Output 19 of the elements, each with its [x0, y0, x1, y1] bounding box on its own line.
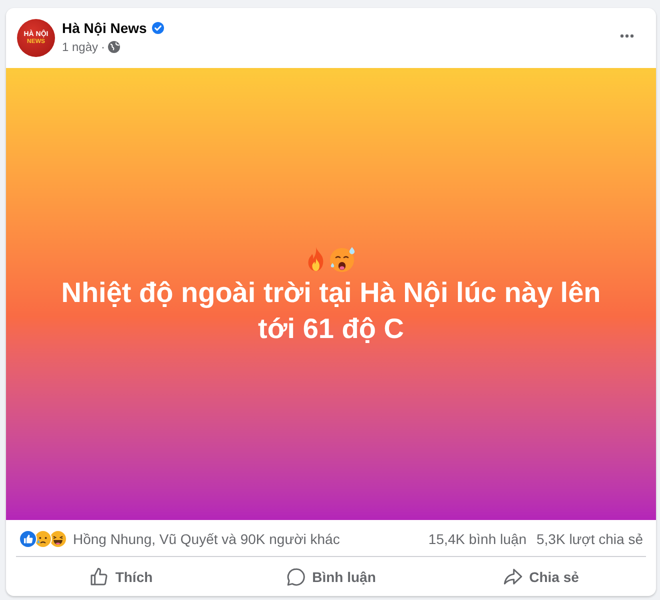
reaction-summary[interactable]: Hồng Nhung, Vũ Quyết và 90K người khác: [73, 528, 340, 550]
share-arrow-icon: [503, 567, 524, 587]
like-action-button[interactable]: Thích: [16, 561, 226, 593]
like-reaction-icon[interactable]: [19, 530, 37, 548]
speech-bubble-icon: [286, 567, 306, 587]
comment-action-button[interactable]: Bình luận: [226, 561, 436, 593]
share-count[interactable]: 5,3K lượt chia sẻ: [536, 528, 643, 550]
globe-icon: [108, 41, 120, 53]
post-text: Nhiệt độ ngoài trời tại Hà Nội lúc này lên tới 61 độ C: [60, 276, 602, 346]
hot-face-emoji-icon: [329, 245, 357, 273]
page-name[interactable]: Hà Nội News: [62, 19, 147, 37]
thumbs-up-icon: [89, 567, 110, 587]
laughing-reaction-icon[interactable]: [49, 530, 67, 548]
ellipsis-icon: [620, 34, 634, 38]
sad-reaction-icon[interactable]: [34, 530, 52, 548]
post-time[interactable]: 1 ngày: [62, 39, 98, 55]
separator-dot: ·: [101, 39, 106, 55]
share-action-button[interactable]: Chia sẻ: [436, 561, 646, 593]
comment-count[interactable]: 15,4K bình luận: [428, 528, 526, 550]
